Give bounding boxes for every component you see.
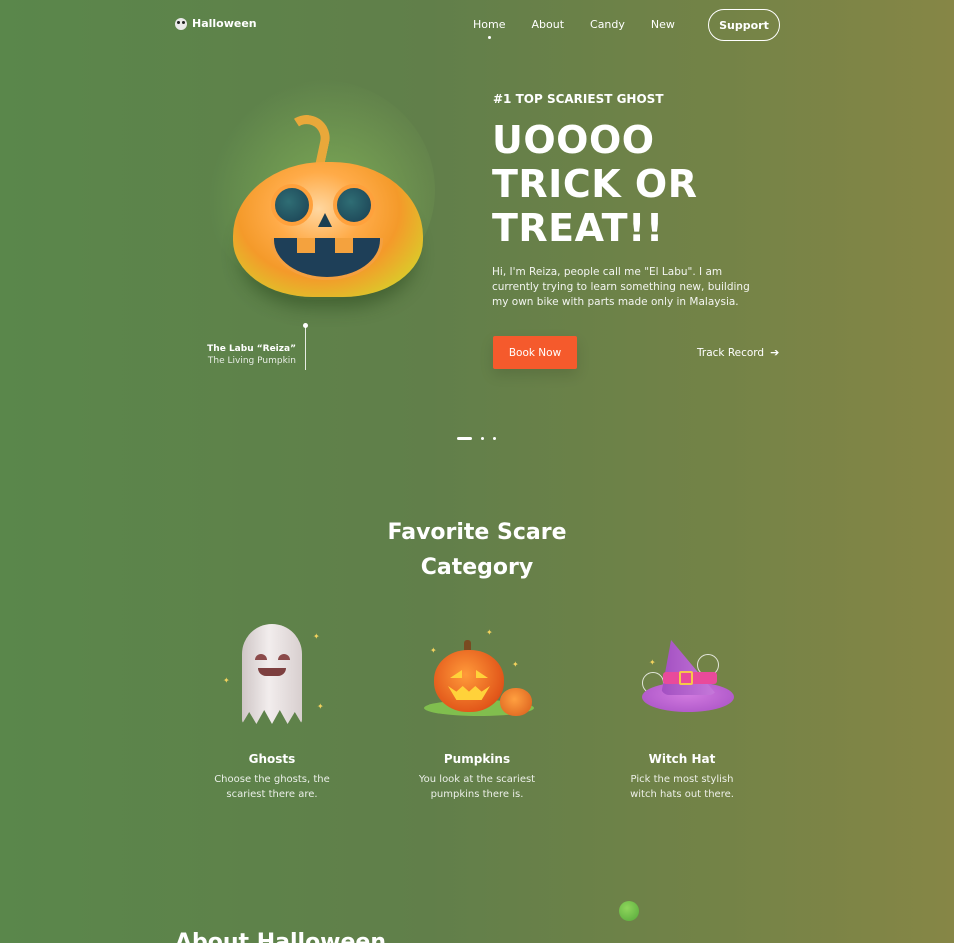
- sparkle-icon: ✦: [649, 658, 656, 667]
- nav-link-about[interactable]: About: [531, 18, 564, 31]
- sparkle-icon: ✦: [512, 660, 519, 669]
- card-description: You look at the scariest pumpkins there …: [418, 774, 536, 800]
- decorative-ball: [619, 901, 639, 921]
- pumpkin-large: [434, 650, 504, 712]
- sparkle-icon: ✦: [430, 646, 437, 655]
- carousel-dot-2[interactable]: [481, 437, 484, 440]
- skull-logo-icon: [175, 17, 187, 30]
- sparkle-icon: ✦: [317, 702, 324, 711]
- pumpkin-tooth: [335, 238, 353, 253]
- pumpkin-tooth: [297, 238, 315, 253]
- ghost-icon: ✦ ✦ ✦: [187, 620, 357, 730]
- card-description: Choose the ghosts, the scariest there ar…: [214, 774, 330, 800]
- pumpkin-small: [500, 688, 532, 716]
- card-title: Pumpkins: [443, 752, 511, 766]
- category-card-pumpkins[interactable]: ✦ ✦ ✦ Pumpkins You look at the scariest …: [392, 620, 562, 802]
- sparkle-icon: ✦: [223, 676, 230, 685]
- sparkle-icon: ✦: [313, 632, 320, 641]
- pumpkin-mouth: [448, 686, 490, 700]
- logo[interactable]: Halloween: [175, 17, 257, 30]
- carousel-indicators: [457, 437, 496, 440]
- witch-hat-icon: ✦: [597, 620, 767, 730]
- caption-pointer-line: [305, 325, 306, 370]
- category-title-line-1: Favorite Scare: [387, 520, 567, 545]
- headline-line-1: UOOOO: [492, 118, 655, 162]
- arrow-right-icon: ➔: [770, 346, 780, 359]
- ghost-mouth: [258, 668, 286, 676]
- headline-line-2: TRICK OR: [492, 162, 698, 206]
- logo-text: Halloween: [192, 17, 257, 30]
- ghost-eye: [255, 654, 267, 660]
- card-title: Witch Hat: [648, 752, 716, 766]
- hero-kicker: #1 TOP SCARIEST GHOST: [493, 92, 664, 106]
- card-title: Ghosts: [248, 752, 296, 766]
- category-section-title: Favorite Scare Category: [377, 515, 577, 585]
- ghost-body: [242, 624, 302, 724]
- category-card-witch-hat[interactable]: ✦ Witch Hat Pick the most stylish witch …: [597, 620, 767, 802]
- nav-links: Home About Candy New: [473, 18, 701, 39]
- pumpkin-left-eye: [271, 184, 313, 226]
- hero-pumpkin-image: [205, 80, 445, 320]
- about-section-title: About Halloween: [175, 930, 387, 943]
- ghost-eye: [278, 654, 290, 660]
- pumpkin-eye: [476, 670, 488, 678]
- hero-intro: Hi, I'm Reiza, people call me "El Labu".…: [492, 266, 750, 308]
- hero-headline: UOOOO TRICK OR TREAT!!: [492, 118, 792, 250]
- card-description: Pick the most stylish witch hats out the…: [630, 774, 734, 800]
- category-title-line-2: Category: [420, 555, 534, 580]
- category-card-ghosts[interactable]: ✦ ✦ ✦ Ghosts Choose the ghosts, the scar…: [187, 620, 357, 802]
- track-record-link[interactable]: Track Record ➔: [697, 346, 779, 359]
- nav-link-home[interactable]: Home: [473, 18, 505, 39]
- pumpkin-right-eye: [333, 184, 375, 226]
- pumpkin-icon: ✦ ✦ ✦: [392, 620, 562, 730]
- nav-link-candy[interactable]: Candy: [590, 18, 625, 31]
- pumpkin-caption: The Labu “Reiza” The Living Pumpkin: [150, 344, 296, 366]
- headline-line-3: TREAT!!: [492, 206, 664, 250]
- hat-buckle: [679, 671, 693, 685]
- nav-link-new[interactable]: New: [651, 18, 675, 31]
- caption-title: The Labu “Reiza”: [207, 344, 296, 354]
- carousel-dot-1[interactable]: [457, 437, 472, 440]
- pumpkin-eye: [450, 670, 462, 678]
- book-now-button[interactable]: Book Now: [493, 336, 577, 369]
- support-button[interactable]: Support: [708, 9, 780, 41]
- sparkle-icon: ✦: [486, 628, 493, 637]
- carousel-dot-3[interactable]: [493, 437, 496, 440]
- track-record-label: Track Record: [697, 346, 765, 359]
- caption-subtitle: The Living Pumpkin: [207, 356, 296, 366]
- top-navigation: Halloween Home About Candy New Support: [0, 0, 954, 50]
